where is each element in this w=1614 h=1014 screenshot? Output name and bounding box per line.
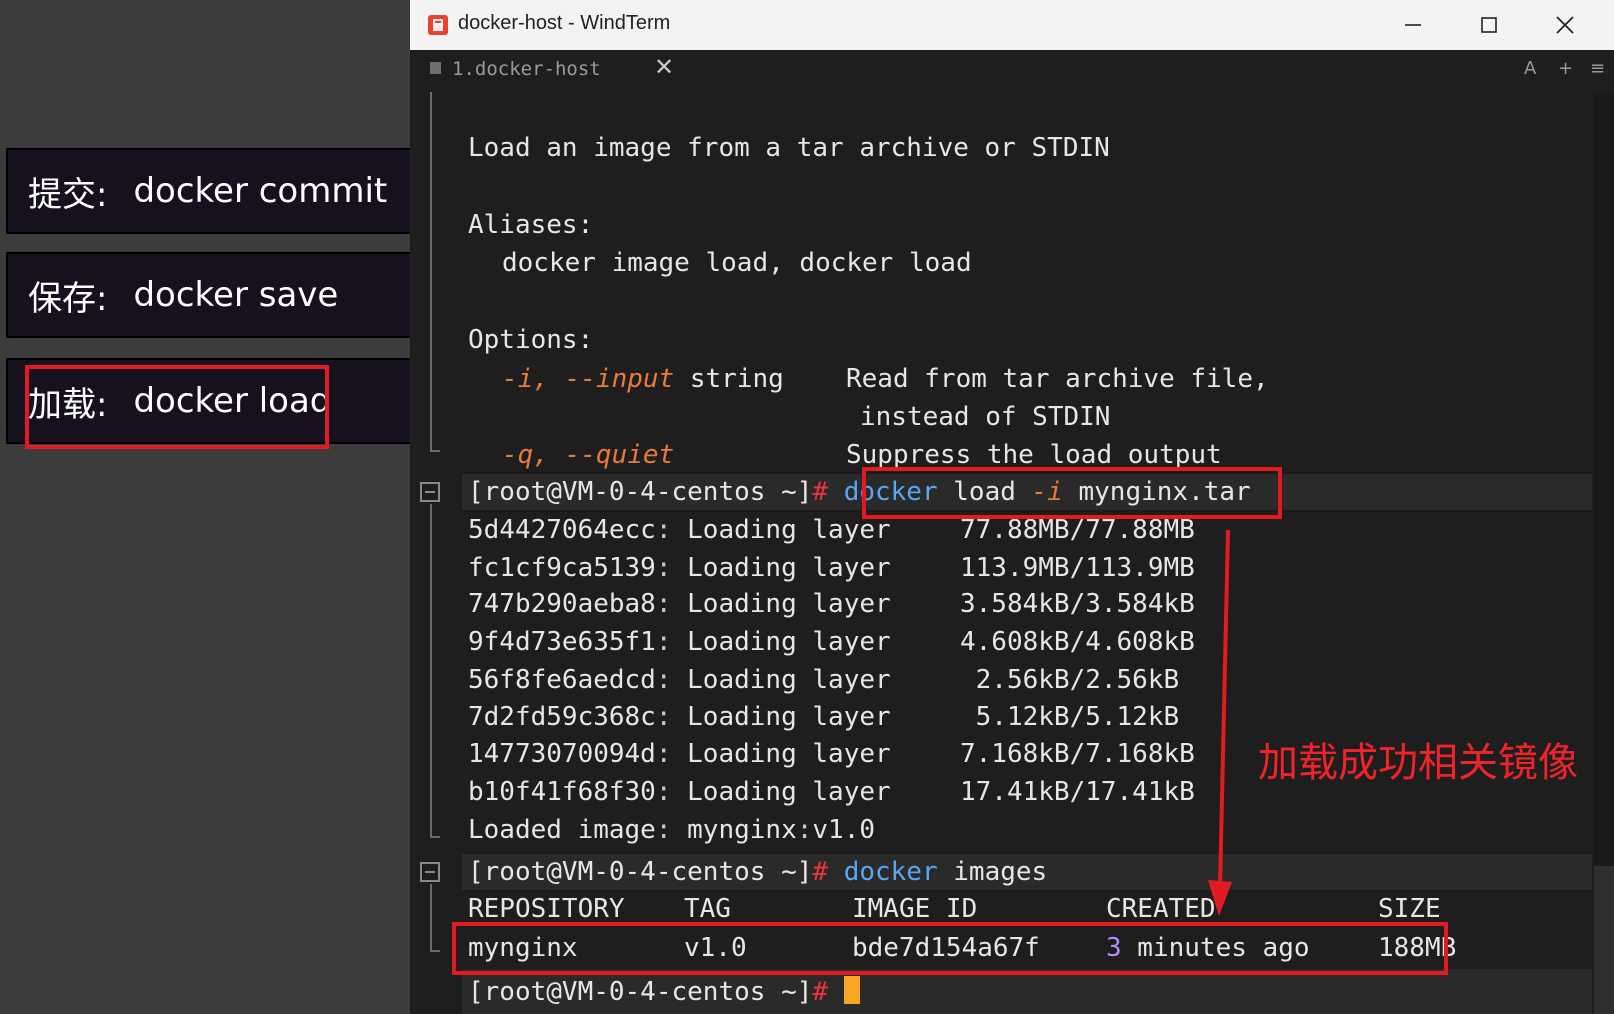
highlight-image-row <box>452 922 1448 975</box>
options-title: Options: <box>468 325 594 355</box>
layer-id: 9f4d73e635f1 <box>468 627 656 657</box>
layer-status: Loading layer <box>687 589 891 619</box>
option-quiet-flag-text: -q, --quiet <box>502 440 675 470</box>
col-tag: TAG <box>684 894 731 924</box>
layer-status: Loading layer <box>687 515 891 545</box>
loaded-name: mynginx <box>671 815 797 845</box>
layer-status: Loading layer <box>687 739 891 769</box>
layer-progress: 113.9MB/113.9MB <box>960 553 1195 583</box>
prompt-text: [root@VM-0-4-centos ~] <box>468 977 813 1007</box>
help-description: Load an image from a tar archive or STDI… <box>468 133 1110 163</box>
option-input: -i, --input string <box>502 364 784 394</box>
cmd-docker: docker <box>843 857 938 887</box>
label-save: 保存: docker save <box>6 252 412 338</box>
layer-progress: 17.41kB/17.41kB <box>960 777 1195 807</box>
layer-status: Loading layer <box>687 777 891 807</box>
loaded-image-line: Loaded image: mynginx:v1.0 <box>468 815 876 845</box>
text-cursor <box>843 976 860 1004</box>
option-input-desc: Read from tar archive file, <box>846 364 1269 394</box>
prompt-text: [root@VM-0-4-centos ~] <box>468 857 813 887</box>
layer-row: fc1cf9ca5139: Loading layer <box>468 553 891 583</box>
label-commit-cmd: docker commit <box>133 171 388 211</box>
col-image-id: IMAGE ID <box>852 894 978 924</box>
cmd-images: images <box>937 857 1048 887</box>
label-commit: 提交: docker commit <box>6 148 412 234</box>
col-repository: REPOSITORY <box>468 894 625 924</box>
aliases-text: docker image load, docker load <box>502 248 972 278</box>
highlight-load-label <box>25 365 329 449</box>
layer-row: b10f41f68f30: Loading layer <box>468 777 891 807</box>
layer-id: 7d2fd59c368c <box>468 702 656 732</box>
windterm-window: docker-host - WindTerm 1.docker-host ✕ A… <box>410 0 1614 1014</box>
layer-row: 14773070094d: Loading layer <box>468 739 891 769</box>
layer-id: fc1cf9ca5139 <box>468 553 656 583</box>
prompt-hash: # <box>812 977 829 1007</box>
layer-row: 7d2fd59c368c: Loading layer <box>468 702 891 732</box>
layer-row: 56f8fe6aedcd: Loading layer <box>468 665 891 695</box>
layer-status: Loading layer <box>687 665 891 695</box>
label-commit-zh: 提交: <box>28 174 108 215</box>
highlight-load-command <box>862 467 1282 519</box>
layer-progress: 77.88MB/77.88MB <box>960 515 1195 545</box>
layer-id: b10f41f68f30 <box>468 777 656 807</box>
layer-id: 14773070094d <box>468 739 656 769</box>
loaded-tag: v1.0 <box>812 815 876 845</box>
prompt-hash: # <box>812 857 829 887</box>
loaded-label: Loaded image <box>468 815 656 845</box>
layer-status: Loading layer <box>687 553 891 583</box>
layer-progress: 5.12kB/5.12kB <box>960 702 1180 732</box>
layer-status: Loading layer <box>687 702 891 732</box>
command-line-current[interactable]: [root@VM-0-4-centos ~]# <box>468 976 860 1007</box>
label-save-zh: 保存: <box>28 278 108 319</box>
option-quiet-flags: -q, --quiet <box>502 440 674 470</box>
annotation-text: 加载成功相关镜像 <box>1258 740 1578 786</box>
layer-progress: 7.168kB/7.168kB <box>960 739 1195 769</box>
layer-id: 747b290aeba8 <box>468 589 656 619</box>
option-input-flags: -i, --input <box>502 364 675 394</box>
label-save-cmd: docker save <box>133 275 339 315</box>
prompt-hash: # <box>812 477 829 507</box>
option-input-desc2: instead of STDIN <box>860 402 1111 432</box>
layer-id: 5d4427064ecc <box>468 515 656 545</box>
layer-progress: 3.584kB/3.584kB <box>960 589 1195 619</box>
layer-progress: 4.608kB/4.608kB <box>960 627 1195 657</box>
layer-progress: 2.56kB/2.56kB <box>960 665 1180 695</box>
layer-id: 56f8fe6aedcd <box>468 665 656 695</box>
col-size: SIZE <box>1378 894 1441 924</box>
command-line-images: [root@VM-0-4-centos ~]# docker images <box>468 857 1047 887</box>
layer-row: 5d4427064ecc: Loading layer <box>468 515 891 545</box>
layer-status: Loading layer <box>687 627 891 657</box>
option-quiet-desc: Suppress the load output <box>846 440 1222 470</box>
layer-row: 747b290aeba8: Loading layer <box>468 589 891 619</box>
layer-row: 9f4d73e635f1: Loading layer <box>468 627 891 657</box>
option-input-type: string <box>674 364 784 394</box>
annotation-arrow-icon <box>1208 530 1232 916</box>
prompt-text: [root@VM-0-4-centos ~] <box>468 477 813 507</box>
aliases-title: Aliases: <box>468 210 594 240</box>
